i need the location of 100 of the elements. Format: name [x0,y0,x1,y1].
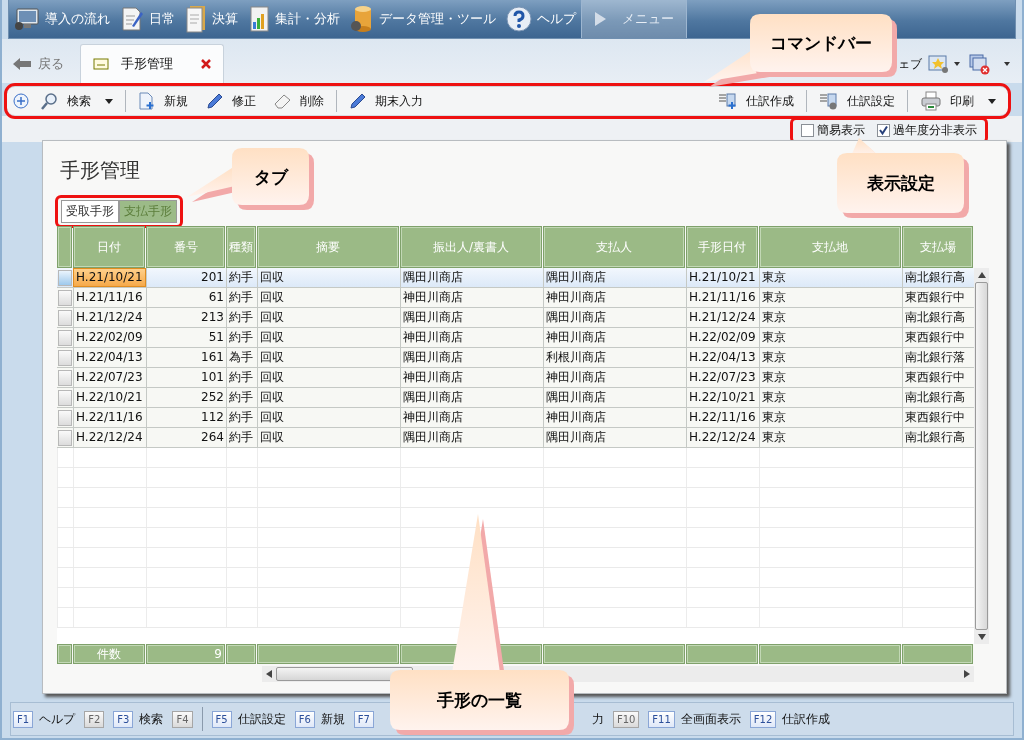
table-cell: H.21/11/16 [686,288,759,307]
function-key[interactable]: F5 仕訳設定 [211,710,286,728]
web-link[interactable]: ェブ [898,55,922,73]
table-cell: H.22/10/21 [686,388,759,407]
table-cell: 201 [146,268,226,287]
table-cell: H.22/10/21 [73,388,146,407]
add-icon[interactable] [13,93,29,109]
table-cell: 約手 [226,408,257,427]
table-row[interactable]: H.21/12/24 213 約手 回収 隅田川商店 隅田川商店 H.21/12/24 東京 南北銀行高 [57,308,974,328]
menu-item[interactable]: データ管理・ツール [345,0,501,38]
tab[interactable]: 受取手形 [61,200,119,223]
table-row[interactable]: H.22/10/21 252 約手 回収 隅田川商店 隅田川商店 H.22/10/21 東京 南北銀行高 [57,388,974,408]
table-cell: 隅田川商店 [543,388,686,407]
checkbox[interactable] [877,123,890,137]
table-cell: H.22/12/24 [73,428,146,447]
table-cell: 東京 [759,428,902,447]
option-checkbox[interactable]: 簡易表示 [801,121,865,139]
scroll-right-icon[interactable] [964,670,970,678]
search-icon [41,92,59,110]
database-icon [350,5,374,33]
menu-item[interactable]: 導入の流れ [9,0,115,38]
command-button[interactable]: 印刷 [914,90,1002,112]
menu-item[interactable]: ヘルプ [501,0,581,38]
close-windows-icon[interactable] [968,53,1012,75]
pen-icon [206,92,224,110]
table-cell: 61 [146,288,226,307]
function-key[interactable]: 力 [591,710,604,728]
table-row[interactable]: H.21/10/21 201 約手 回収 隅田川商店 隅田川商店 H.21/10/21 東京 南北銀行高 [57,268,974,288]
table-row[interactable]: H.22/02/09 51 約手 回収 神田川商店 神田川商店 H.22/02/09 東京 東西銀行中 [57,328,974,348]
table-cell: 神田川商店 [400,288,543,307]
footer-cell [57,644,72,664]
option-label: 過年度分非表示 [893,121,977,139]
play-icon [592,10,608,28]
table-cell: H.21/10/21 [73,268,146,287]
row-header[interactable] [58,269,72,286]
option-checkbox[interactable]: 過年度分非表示 [877,121,977,139]
table-cell: 隅田川商店 [543,308,686,327]
function-key[interactable]: F1 ヘルプ [13,710,76,728]
document-tab[interactable]: 手形管理 [80,44,224,83]
scroll-up-icon[interactable] [977,272,986,278]
row-header[interactable] [58,429,72,446]
vertical-scrollbar[interactable] [974,268,989,644]
table-cell: 約手 [226,388,257,407]
row-header[interactable] [58,389,72,406]
table-cell: 回収 [257,388,400,407]
table-row[interactable]: H.22/04/13 161 為手 回収 隅田川商店 利根川商店 H.22/04/13 東京 南北銀行落 [57,348,974,368]
callout-text: 手形の一覧 [437,688,522,712]
table-cell: H.22/07/23 [73,368,146,387]
table-cell: 東京 [759,368,902,387]
table-cell: H.21/10/21 [686,268,759,287]
table-row[interactable]: H.22/11/16 112 約手 回収 神田川商店 神田川商店 H.22/11/16 東京 東西銀行中 [57,408,974,428]
row-header[interactable] [58,409,72,426]
document-icon [185,5,207,33]
command-button[interactable]: 仕訳設定 [813,90,901,112]
table-cell: 51 [146,328,226,347]
table-cell: 161 [146,348,226,367]
document-pen-icon [120,6,144,32]
function-key[interactable]: F6 新規 [294,710,345,728]
favorite-settings-icon[interactable] [928,54,962,74]
table-cell: H.22/04/13 [686,348,759,367]
checkbox[interactable] [801,123,814,137]
menu-item[interactable]: 日常 [115,0,180,38]
menu-item[interactable]: 集計・分析 [243,0,345,38]
function-key[interactable]: F12 仕訳作成 [749,710,831,728]
function-key[interactable]: F3 検索 [113,710,164,728]
table-cell: 東京 [759,408,902,427]
table-cell: 回収 [257,328,400,347]
table-row[interactable]: H.21/11/16 61 約手 回収 神田川商店 神田川商店 H.21/11/16 東京 東西銀行中 [57,288,974,308]
scroll-down-icon[interactable] [977,634,986,640]
table-cell: H.21/12/24 [73,308,146,327]
row-header[interactable] [58,309,72,326]
monitor-icon [14,7,40,31]
command-button[interactable]: 新規 [132,90,194,112]
close-icon[interactable] [201,59,211,69]
back-button[interactable]: 戻る [12,45,76,83]
command-button[interactable]: 修正 [200,90,262,112]
table-row[interactable]: H.22/07/23 101 約手 回収 神田川商店 神田川商店 H.22/07/23 東京 東西銀行中 [57,368,974,388]
header-cell [57,226,72,268]
command-button[interactable]: 期末入力 [343,90,429,112]
list-add-icon [718,92,738,110]
table-cell: H.22/11/16 [73,408,146,427]
command-button[interactable]: 検索 [35,90,119,112]
table-cell: 隅田川商店 [400,388,543,407]
footer-cell [226,644,256,664]
row-header[interactable] [58,349,72,366]
printer-icon [920,91,942,111]
function-key[interactable]: F11 全画面表示 [648,710,741,728]
scroll-thumb[interactable] [975,282,988,630]
row-header[interactable] [58,289,72,306]
table-row[interactable]: H.22/12/24 264 約手 回収 隅田川商店 隅田川商店 H.22/12/24 東京 南北銀行高 [57,428,974,448]
command-button[interactable]: 削除 [268,90,330,112]
row-header[interactable] [58,329,72,346]
scroll-left-icon[interactable] [266,670,272,678]
function-key[interactable]: F7 [353,710,374,728]
command-button[interactable]: 仕訳作成 [712,90,800,112]
menu-item[interactable]: 決算 [180,0,243,38]
table-cell: 約手 [226,288,257,307]
table-cell: H.21/11/16 [73,288,146,307]
table-cell: 神田川商店 [543,368,686,387]
row-header[interactable] [58,369,72,386]
